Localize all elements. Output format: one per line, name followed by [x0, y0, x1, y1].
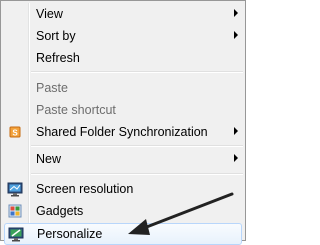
menu-item-paste-shortcut: Paste shortcut	[3, 99, 243, 121]
menu-item-view[interactable]: View	[3, 3, 243, 25]
menu-item-view-label: View	[36, 7, 63, 21]
gadgets-icon	[7, 203, 23, 219]
submenu-arrow-icon	[234, 31, 238, 39]
menu-separator	[31, 71, 243, 73]
menu-item-refresh-label: Refresh	[36, 51, 80, 65]
menu-item-gadgets[interactable]: Gadgets	[3, 200, 243, 222]
submenu-arrow-icon	[234, 154, 238, 162]
menu-item-screen-resolution-label: Screen resolution	[36, 182, 134, 196]
menu-item-new-label: New	[36, 152, 62, 166]
menu-item-paste-label: Paste	[36, 81, 68, 95]
menu-separator	[31, 173, 243, 175]
monitor-icon	[7, 181, 23, 197]
menu-item-personalize[interactable]: Personalize	[4, 223, 242, 245]
menu-item-sort-by-label: Sort by	[36, 29, 76, 43]
menu-item-personalize-label: Personalize	[37, 227, 103, 241]
menu-item-refresh[interactable]: Refresh	[3, 47, 243, 69]
menu-item-new[interactable]: New	[3, 148, 243, 170]
menu-item-paste-shortcut-label: Paste shortcut	[36, 103, 116, 117]
menu-separator	[31, 145, 243, 147]
submenu-arrow-icon	[234, 127, 238, 135]
desktop-context-menu: View Sort by Refresh Paste Paste shortcu…	[0, 0, 246, 245]
sync-icon: S	[7, 124, 23, 140]
menu-item-screen-resolution[interactable]: Screen resolution	[3, 178, 243, 200]
personalize-icon	[8, 226, 24, 242]
menu-item-shared-folder-sync[interactable]: S Shared Folder Synchronization	[3, 121, 243, 143]
submenu-arrow-icon	[234, 9, 238, 17]
menu-item-shared-folder-sync-label: Shared Folder Synchronization	[36, 125, 208, 139]
menu-item-gadgets-label: Gadgets	[36, 204, 84, 218]
menu-item-paste: Paste	[3, 77, 243, 99]
menu-item-sort-by[interactable]: Sort by	[3, 25, 243, 47]
svg-text:S: S	[12, 129, 18, 138]
